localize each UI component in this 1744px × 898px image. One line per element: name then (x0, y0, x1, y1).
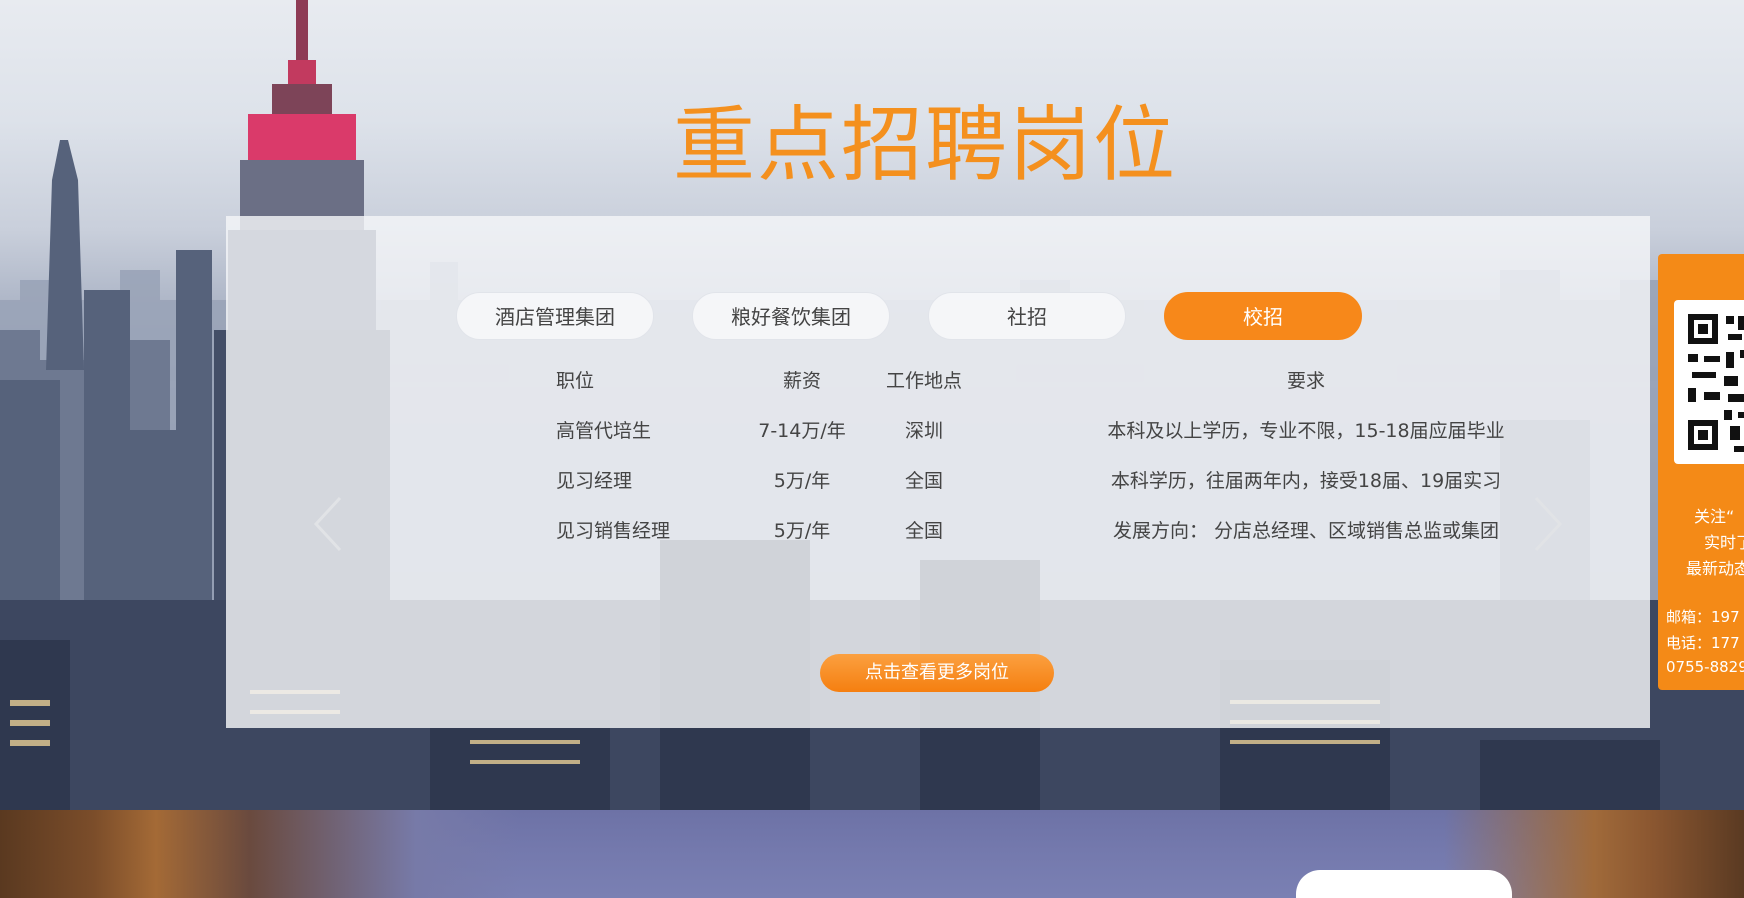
next-section-preview (0, 810, 1744, 898)
table-header-row: 职位 薪资 工作地点 要求 (226, 366, 1650, 416)
jobs-panel: 酒店管理集团 粮好餐饮集团 社招 校招 职位 薪资 工作地点 要求 高管代培生 … (226, 216, 1650, 728)
news-text: 最新动态 (1686, 559, 1744, 578)
job-position[interactable]: 高管代培生 (556, 416, 651, 443)
job-requirement: 本科学历，往届两年内，接受18届、19届实习 (1110, 470, 1502, 492)
phone2-text[interactable]: 0755-8829 (1666, 654, 1744, 680)
email-text[interactable]: 邮箱：197 (1666, 604, 1744, 630)
category-tabs: 酒店管理集团 粮好餐饮集团 社招 校招 (456, 292, 1362, 340)
tab-social-recruit[interactable]: 社招 (928, 292, 1126, 340)
job-requirement: 本科及以上学历，专业不限，15-18届应届毕业 (1107, 420, 1505, 442)
job-position[interactable]: 见习销售经理 (556, 516, 670, 543)
phone-text[interactable]: 电话：177 (1666, 630, 1744, 656)
job-salary: 5万/年 (773, 470, 831, 492)
table-row[interactable]: 见习销售经理 5万/年 全国 发展方向： 分店总经理、区域销售总监或集团 (226, 516, 1650, 566)
job-requirement: 发展方向： 分店总经理、区域销售总监或集团 (1112, 520, 1500, 542)
qr-code (1674, 300, 1744, 464)
page-title: 重点招聘岗位 (672, 98, 1177, 193)
header-salary: 薪资 (782, 370, 821, 392)
header-position: 职位 (556, 370, 595, 392)
job-salary: 7-14万/年 (758, 420, 846, 442)
section-badge (1296, 870, 1512, 898)
tab-hotel-group[interactable]: 酒店管理集团 (456, 292, 654, 340)
qr-code-icon (1688, 314, 1744, 452)
follow-text: 关注“ (1694, 507, 1735, 526)
jobs-table: 职位 薪资 工作地点 要求 高管代培生 7-14万/年 深圳 本科及以上学历，专… (226, 366, 1650, 566)
job-salary: 5万/年 (773, 520, 831, 542)
view-more-jobs-button[interactable]: 点击查看更多岗位 (820, 654, 1054, 692)
realtime-text: 实时了 (1704, 533, 1744, 552)
table-row[interactable]: 高管代培生 7-14万/年 深圳 本科及以上学历，专业不限，15-18届应届毕业 (226, 416, 1650, 466)
job-position[interactable]: 见习经理 (556, 466, 632, 493)
table-row[interactable]: 见习经理 5万/年 全国 本科学历，往届两年内，接受18届、19届实习 (226, 466, 1650, 516)
contact-widget: 关注“ 实时了 最新动态 邮箱：197 电话：177 0755-8829 (1658, 254, 1744, 690)
tab-campus-recruit[interactable]: 校招 (1164, 292, 1362, 340)
building-image-left (0, 810, 520, 898)
header-requirement: 要求 (1286, 370, 1325, 392)
tab-catering-group[interactable]: 粮好餐饮集团 (692, 292, 890, 340)
